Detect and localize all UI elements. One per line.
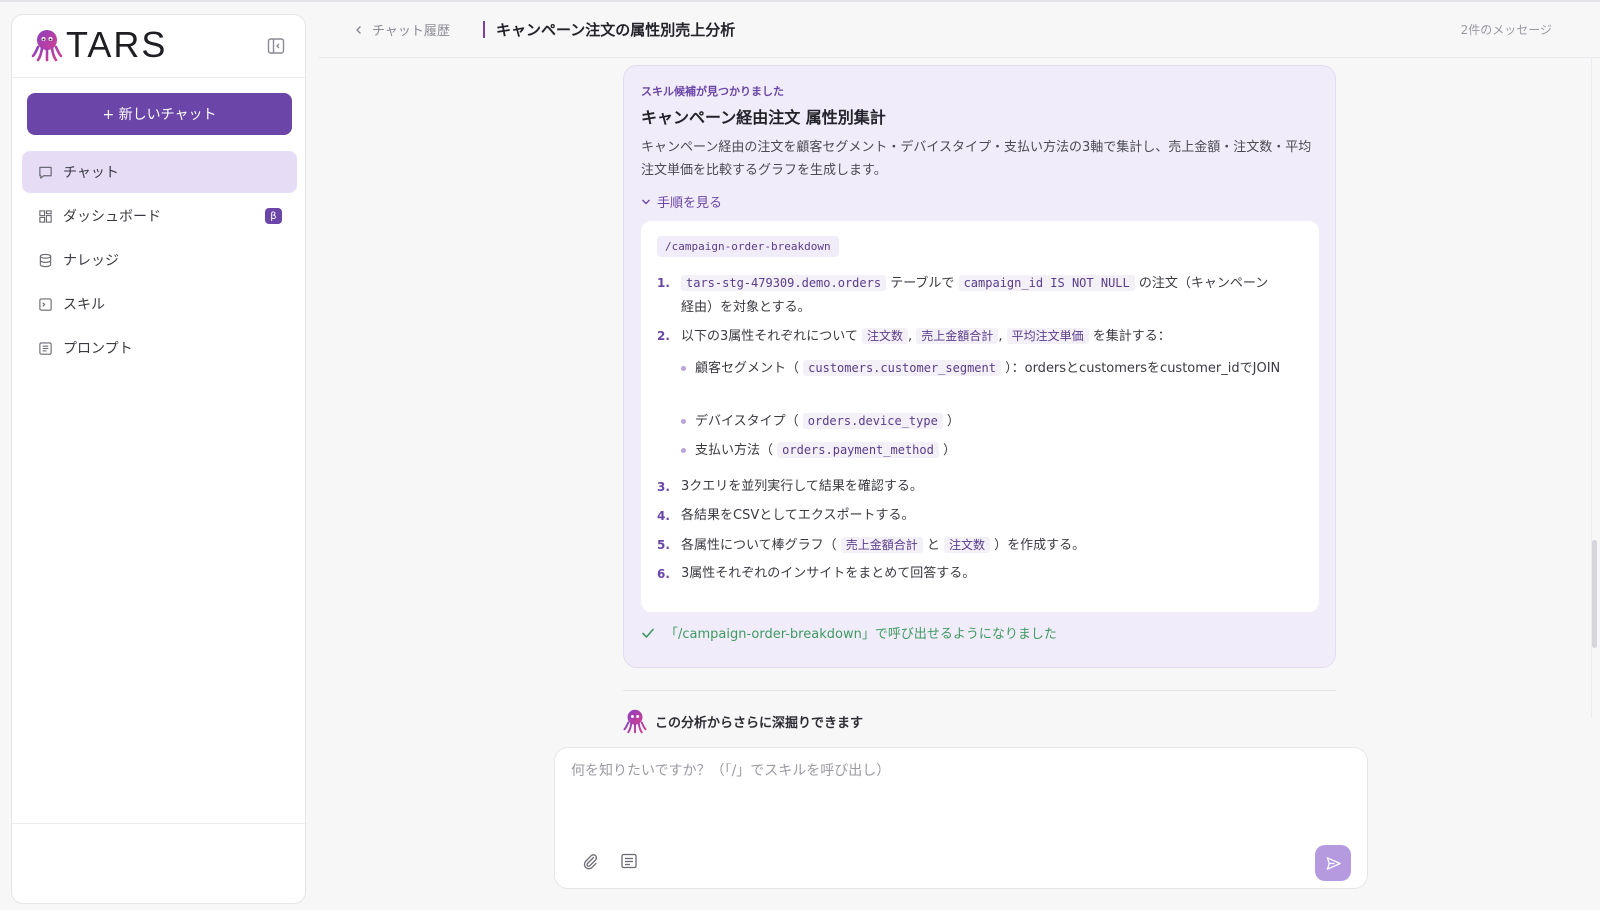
bullet-customer-segment: 顧客セグメント（ customers.customer_segment ）：or… <box>681 356 1285 381</box>
sidebar-item-label: ダッシュボード <box>63 209 161 225</box>
back-to-history-link[interactable]: チャット履歴 <box>354 20 450 39</box>
sidebar-item-label: チャット <box>63 165 119 181</box>
skill-steps-panel: /campaign-order-breakdown 1. tars-stg-47… <box>641 221 1319 612</box>
step-2: 2. 以下の3属性それぞれについて 注文数, 売上金額合計, 平均注文単価 を集… <box>657 324 1281 349</box>
bullet-text: ） <box>942 414 960 429</box>
step-text: を集計する： <box>1088 329 1171 344</box>
bullet-dot <box>681 419 686 424</box>
step-number: 5. <box>657 538 670 552</box>
chat-input[interactable] <box>571 763 1351 779</box>
metric-chip: 売上金額合計 <box>840 537 923 553</box>
chat-bubble-icon <box>39 166 52 179</box>
step-number: 6. <box>657 567 670 581</box>
step-number: 2. <box>657 329 670 343</box>
metric-chip: 注文数 <box>944 537 991 553</box>
checkmark-icon <box>642 628 654 638</box>
separator: , <box>998 329 1007 344</box>
scrollbar-thumb[interactable] <box>1592 540 1597 648</box>
skill-found-label: スキル候補が見つかりました <box>641 85 784 98</box>
app-logo[interactable]: TARS <box>31 24 168 65</box>
chat-header: チャット履歴 キャンペーン注文の属性別売上分析 2件のメッセージ <box>318 0 1600 58</box>
step-text: 各属性について棒グラフ（ <box>681 538 841 553</box>
skill-description: キャンペーン経由の注文を顧客セグメント・デバイスタイプ・支払い方法の3軸で集計し… <box>641 140 1312 178</box>
beta-badge: β <box>265 208 282 224</box>
app-logo-text: TARS <box>66 24 168 65</box>
bullet-text: 支払い方法（ <box>695 443 778 458</box>
step-6: 6. 3属性それぞれのインサイトをまとめて回答する。 <box>657 562 1281 586</box>
bullet-payment-method: 支払い方法（ orders.payment_method ） <box>681 438 1285 463</box>
collapse-sidebar-icon[interactable] <box>267 37 285 55</box>
step-number: 3. <box>657 480 670 494</box>
bullet-text: デバイスタイプ（ <box>695 414 803 429</box>
sidebar-item-label: プロンプト <box>63 341 133 357</box>
inline-code: campaign_id IS NOT NULL <box>958 275 1135 291</box>
bullet-dot <box>681 448 686 453</box>
step-text: 各結果をCSVとしてエクスポートする。 <box>681 508 915 523</box>
dashboard-grid-icon <box>39 209 52 223</box>
step-1: 1. tars-stg-479309.demo.orders テーブルで cam… <box>657 271 1281 320</box>
database-icon <box>39 253 52 267</box>
chevron-down-icon <box>642 199 650 204</box>
step-text: 3属性それぞれのインサイトをまとめて回答する。 <box>681 566 976 581</box>
step-5: 5. 各属性について棒グラフ（ 売上金額合計 と 注文数 ）を作成する。 <box>657 533 1281 558</box>
bullet-text: ）：ordersとcustomersをcustomer_idでJOIN <box>1000 361 1281 376</box>
assistant-message: この分析からさらに深掘りできます <box>623 708 863 734</box>
skill-command-chip: /campaign-order-breakdown <box>657 236 839 257</box>
inline-code: tars-stg-479309.demo.orders <box>681 275 887 291</box>
step-3: 3. 3クエリを並列実行して結果を確認する。 <box>657 475 1281 499</box>
metric-chip: 売上金額合計 <box>916 328 999 344</box>
terminal-icon <box>39 297 52 311</box>
message-count: 2件のメッセージ <box>1460 23 1552 37</box>
message-composer <box>554 747 1368 889</box>
send-arrow-icon <box>1326 856 1341 870</box>
prompt-template-icon[interactable] <box>620 852 638 870</box>
skill-title: キャンペーン経由注文 属性別集計 <box>641 108 886 127</box>
sidebar-footer <box>12 823 307 824</box>
sidebar: TARS + 新しいチャット チャット ダッシュボード β ナレッジ スキル プ… <box>11 14 307 904</box>
document-lines-icon <box>39 341 52 355</box>
inline-code: customers.customer_segment <box>803 360 1001 376</box>
bullet-text: 顧客セグメント（ <box>695 361 804 376</box>
step-4: 4. 各結果をCSVとしてエクスポートする。 <box>657 504 1281 528</box>
sidebar-item-label: ナレッジ <box>63 253 119 269</box>
bullet-device-type: デバイスタイプ（ orders.device_type ） <box>681 409 1285 434</box>
octopus-avatar-icon <box>623 709 647 734</box>
step-text: テーブルで <box>886 276 959 291</box>
step-text: と <box>922 538 945 553</box>
show-steps-toggle[interactable]: 手順を見る <box>641 192 722 211</box>
skill-registered-message: 「/campaign-order-breakdown」で呼び出せるようになりまし… <box>641 623 1057 642</box>
sidebar-item-chat[interactable]: チャット <box>22 151 297 193</box>
paperclip-icon[interactable] <box>581 852 599 870</box>
sidebar-item-knowledge[interactable]: ナレッジ <box>22 239 297 281</box>
inline-code: orders.payment_method <box>777 442 939 458</box>
sidebar-nav: チャット ダッシュボード β ナレッジ スキル プロンプト <box>22 151 297 371</box>
title-accent-bar <box>483 21 485 38</box>
chevron-left-icon <box>356 25 361 34</box>
toggle-label: 手順を見る <box>657 196 723 211</box>
bullet-text: ） <box>938 443 956 458</box>
octopus-logo-icon <box>31 30 63 62</box>
sidebar-item-dashboard[interactable]: ダッシュボード β <box>22 195 297 237</box>
step-number: 4. <box>657 509 670 523</box>
skill-suggestion-card: スキル候補が見つかりました キャンペーン経由注文 属性別集計 キャンペーン経由の… <box>623 65 1336 668</box>
inline-code: orders.device_type <box>802 413 943 429</box>
sidebar-item-skills[interactable]: スキル <box>22 283 297 325</box>
sidebar-header: TARS <box>12 15 305 78</box>
sidebar-item-label: スキル <box>63 297 105 313</box>
assistant-text: この分析からさらに深掘りできます <box>655 715 864 731</box>
back-label: チャット履歴 <box>372 24 450 39</box>
bullet-dot <box>681 366 686 371</box>
page-title: キャンペーン注文の属性別売上分析 <box>496 21 736 39</box>
success-text: 「/campaign-order-breakdown」で呼び出せるようになりまし… <box>665 627 1057 642</box>
step-text: 3クエリを並列実行して結果を確認する。 <box>681 479 923 494</box>
step-text: ）を作成する。 <box>990 538 1086 553</box>
message-divider <box>623 690 1336 691</box>
new-chat-button[interactable]: + 新しいチャット <box>27 93 292 135</box>
step-text: 以下の3属性それぞれについて <box>681 329 863 344</box>
step-number: 1. <box>657 276 670 290</box>
send-button[interactable] <box>1315 845 1351 881</box>
sidebar-item-prompts[interactable]: プロンプト <box>22 327 297 369</box>
metric-chip: 注文数 <box>862 328 909 344</box>
metric-chip: 平均注文単価 <box>1006 328 1089 344</box>
